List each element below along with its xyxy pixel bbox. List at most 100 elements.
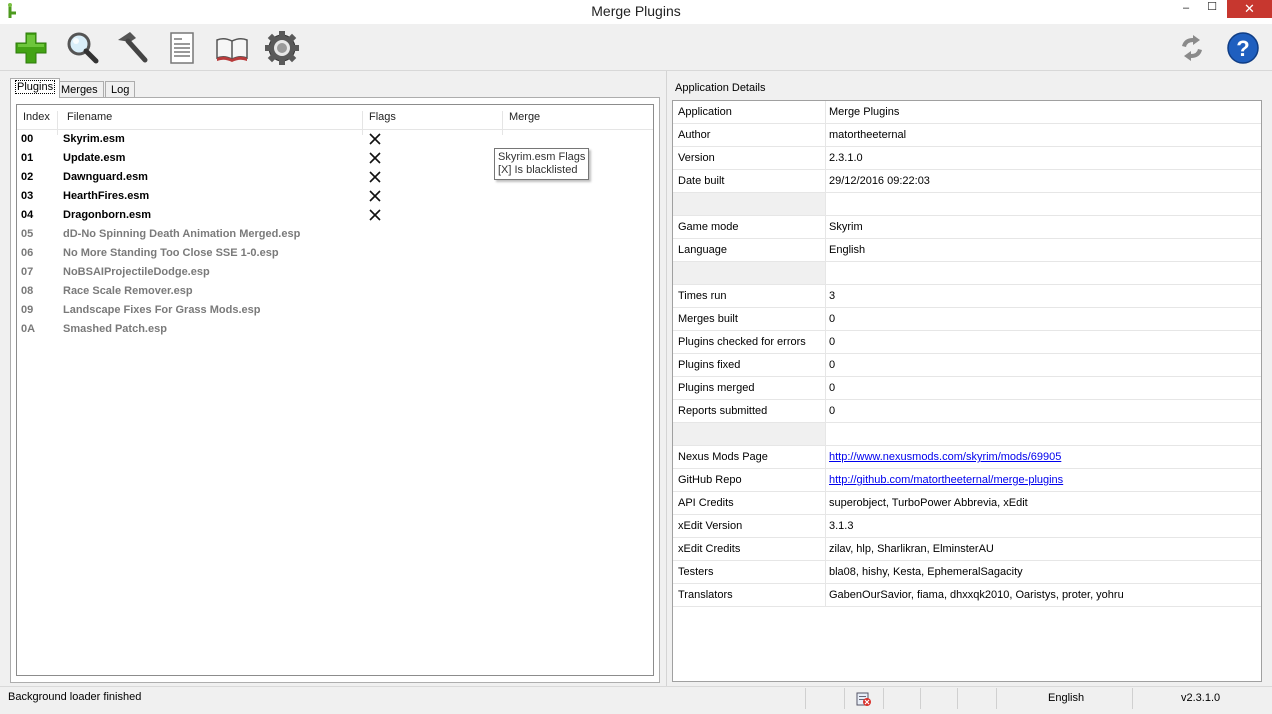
close-button[interactable]: ✕ bbox=[1227, 0, 1272, 18]
details-spacer-row[interactable] bbox=[673, 262, 1261, 285]
blacklisted-flag-icon[interactable] bbox=[368, 208, 382, 222]
details-spacer-row[interactable] bbox=[673, 423, 1261, 446]
plugin-row[interactable]: 0A Smashed Patch.esp bbox=[17, 320, 653, 339]
details-row[interactable]: Times run 3 bbox=[673, 285, 1261, 308]
details-key: xEdit Credits bbox=[678, 543, 741, 555]
tab-log-label: Log bbox=[111, 84, 130, 96]
details-value: 3 bbox=[829, 290, 836, 302]
details-key: Author bbox=[678, 129, 711, 141]
details-row[interactable]: Reports submitted 0 bbox=[673, 400, 1261, 423]
help-button[interactable]: ? bbox=[1226, 31, 1260, 65]
details-key: Version bbox=[678, 152, 715, 164]
details-key-cell: Game mode bbox=[673, 216, 826, 238]
details-row[interactable]: Translators GabenOurSavior, fiama, dhxxqk… bbox=[673, 584, 1261, 607]
plugin-row[interactable]: 09 Landscape Fixes For Grass Mods.esp bbox=[17, 301, 653, 320]
details-row[interactable]: xEdit Version 3.1.3 bbox=[673, 515, 1261, 538]
details-value: Merge Plugins bbox=[829, 106, 900, 118]
column-header-filename[interactable]: Filename bbox=[67, 111, 112, 123]
list-header: Index Filename Flags Merge bbox=[17, 105, 653, 135]
panel-splitter[interactable] bbox=[666, 71, 667, 686]
report-button[interactable] bbox=[164, 30, 200, 66]
details-key-cell: Merges built bbox=[673, 308, 826, 330]
status-version-cell: v2.3.1.0 bbox=[1132, 688, 1271, 709]
details-key-cell: Application bbox=[673, 101, 826, 123]
plugin-filename: No More Standing Too Close SSE 1-0.esp bbox=[63, 247, 279, 259]
details-row[interactable]: GitHub Repo http://github.com/matortheete… bbox=[673, 469, 1261, 492]
blacklisted-flag-icon[interactable] bbox=[368, 132, 382, 146]
details-row[interactable]: xEdit Credits zilav, hlp, Sharlikran, Elm… bbox=[673, 538, 1261, 561]
plugin-filename: Race Scale Remover.esp bbox=[63, 285, 193, 297]
build-merges-button[interactable] bbox=[114, 30, 150, 66]
details-link[interactable]: http://www.nexusmods.com/skyrim/mods/699… bbox=[829, 451, 1061, 463]
tab-log[interactable]: Log bbox=[105, 81, 136, 98]
plugin-row[interactable]: 08 Race Scale Remover.esp bbox=[17, 282, 653, 301]
details-spacer-row[interactable] bbox=[673, 193, 1261, 216]
details-value: GabenOurSavior, fiama, dhxxqk2010, Oaris… bbox=[829, 589, 1124, 601]
plugin-index: 01 bbox=[21, 152, 34, 164]
details-row[interactable]: Language English bbox=[673, 239, 1261, 262]
details-value: superobject, TurboPower Abbrevia, xEdit bbox=[829, 497, 1028, 509]
details-row[interactable]: Testers bla08, hishy, Kesta, EphemeralSag… bbox=[673, 561, 1261, 584]
details-row[interactable]: Version 2.3.1.0 bbox=[673, 147, 1261, 170]
settings-button[interactable] bbox=[264, 30, 300, 66]
details-key-cell: Language bbox=[673, 239, 826, 261]
details-row[interactable]: Plugins fixed 0 bbox=[673, 354, 1261, 377]
details-row[interactable]: Plugins merged 0 bbox=[673, 377, 1261, 400]
tab-merges[interactable]: Merges bbox=[55, 81, 104, 98]
details-key-cell: GitHub Repo bbox=[673, 469, 826, 491]
status-cell-log[interactable] bbox=[844, 688, 884, 709]
details-key: Times run bbox=[678, 290, 727, 302]
error-log-icon bbox=[856, 692, 871, 706]
plugin-row[interactable]: 00 Skyrim.esm bbox=[17, 130, 653, 149]
details-grid[interactable]: Application Merge Plugins Author matortheet… bbox=[672, 100, 1262, 682]
column-header-index[interactable]: Index bbox=[23, 111, 50, 123]
dictionary-button[interactable] bbox=[214, 30, 250, 66]
details-row[interactable]: Nexus Mods Page http://www.nexusmods.com/… bbox=[673, 446, 1261, 469]
plugin-filename: NoBSAIProjectileDodge.esp bbox=[63, 266, 210, 278]
details-heading: Application Details bbox=[675, 82, 766, 94]
details-row[interactable]: Game mode Skyrim bbox=[673, 216, 1261, 239]
details-key-cell bbox=[673, 423, 826, 445]
details-row[interactable]: Application Merge Plugins bbox=[673, 101, 1261, 124]
details-value: Skyrim bbox=[829, 221, 863, 233]
details-key: API Credits bbox=[678, 497, 734, 509]
update-button[interactable] bbox=[1176, 32, 1208, 64]
tab-plugins[interactable]: Plugins bbox=[10, 78, 61, 98]
details-value: 0 bbox=[829, 382, 836, 394]
new-merge-button[interactable] bbox=[13, 30, 49, 66]
plugin-row[interactable]: 04 Dragonborn.esm bbox=[17, 206, 653, 225]
blacklisted-flag-icon[interactable] bbox=[368, 189, 382, 203]
flags-tooltip: Skyrim.esm Flags [X] Is blacklisted bbox=[494, 148, 590, 180]
help-icon: ? bbox=[1227, 32, 1259, 64]
details-key: Testers bbox=[678, 566, 714, 578]
status-message: Background loader finished bbox=[8, 691, 142, 703]
gear-icon bbox=[265, 31, 299, 65]
details-row[interactable]: Author matortheeternal bbox=[673, 124, 1261, 147]
plugin-row[interactable]: 07 NoBSAIProjectileDodge.esp bbox=[17, 263, 653, 282]
plugin-index: 08 bbox=[21, 285, 34, 297]
column-header-merge[interactable]: Merge bbox=[509, 111, 540, 123]
check-errors-button[interactable] bbox=[64, 30, 100, 66]
details-key-cell bbox=[673, 262, 826, 284]
plugin-filename: dD-No Spinning Death Animation Merged.es… bbox=[63, 228, 301, 240]
tab-merges-label: Merges bbox=[61, 84, 98, 96]
details-row[interactable]: Date built 29/12/2016 09:22:03 bbox=[673, 170, 1261, 193]
plugin-index: 04 bbox=[21, 209, 34, 221]
minimize-button[interactable]: – bbox=[1177, 2, 1195, 18]
status-cell bbox=[805, 688, 845, 709]
details-key-cell: Author bbox=[673, 124, 826, 146]
details-row[interactable]: API Credits superobject, TurboPower Abbre… bbox=[673, 492, 1261, 515]
maximize-button[interactable]: ☐ bbox=[1203, 0, 1221, 16]
plugin-row[interactable]: 03 HearthFires.esm bbox=[17, 187, 653, 206]
plugin-row[interactable]: 05 dD-No Spinning Death Animation Merged.… bbox=[17, 225, 653, 244]
details-row[interactable]: Plugins checked for errors 0 bbox=[673, 331, 1261, 354]
details-row[interactable]: Merges built 0 bbox=[673, 308, 1261, 331]
details-link[interactable]: http://github.com/matortheeternal/merge-… bbox=[829, 474, 1063, 486]
blacklisted-flag-icon[interactable] bbox=[368, 170, 382, 184]
blacklisted-flag-icon[interactable] bbox=[368, 151, 382, 165]
plugins-list[interactable]: Index Filename Flags Merge 00 Skyrim.esm 0… bbox=[16, 104, 654, 676]
details-key: Reports submitted bbox=[678, 405, 768, 417]
column-header-flags[interactable]: Flags bbox=[369, 111, 396, 123]
plugin-row[interactable]: 06 No More Standing Too Close SSE 1-0.esp bbox=[17, 244, 653, 263]
details-value: 3.1.3 bbox=[829, 520, 854, 532]
